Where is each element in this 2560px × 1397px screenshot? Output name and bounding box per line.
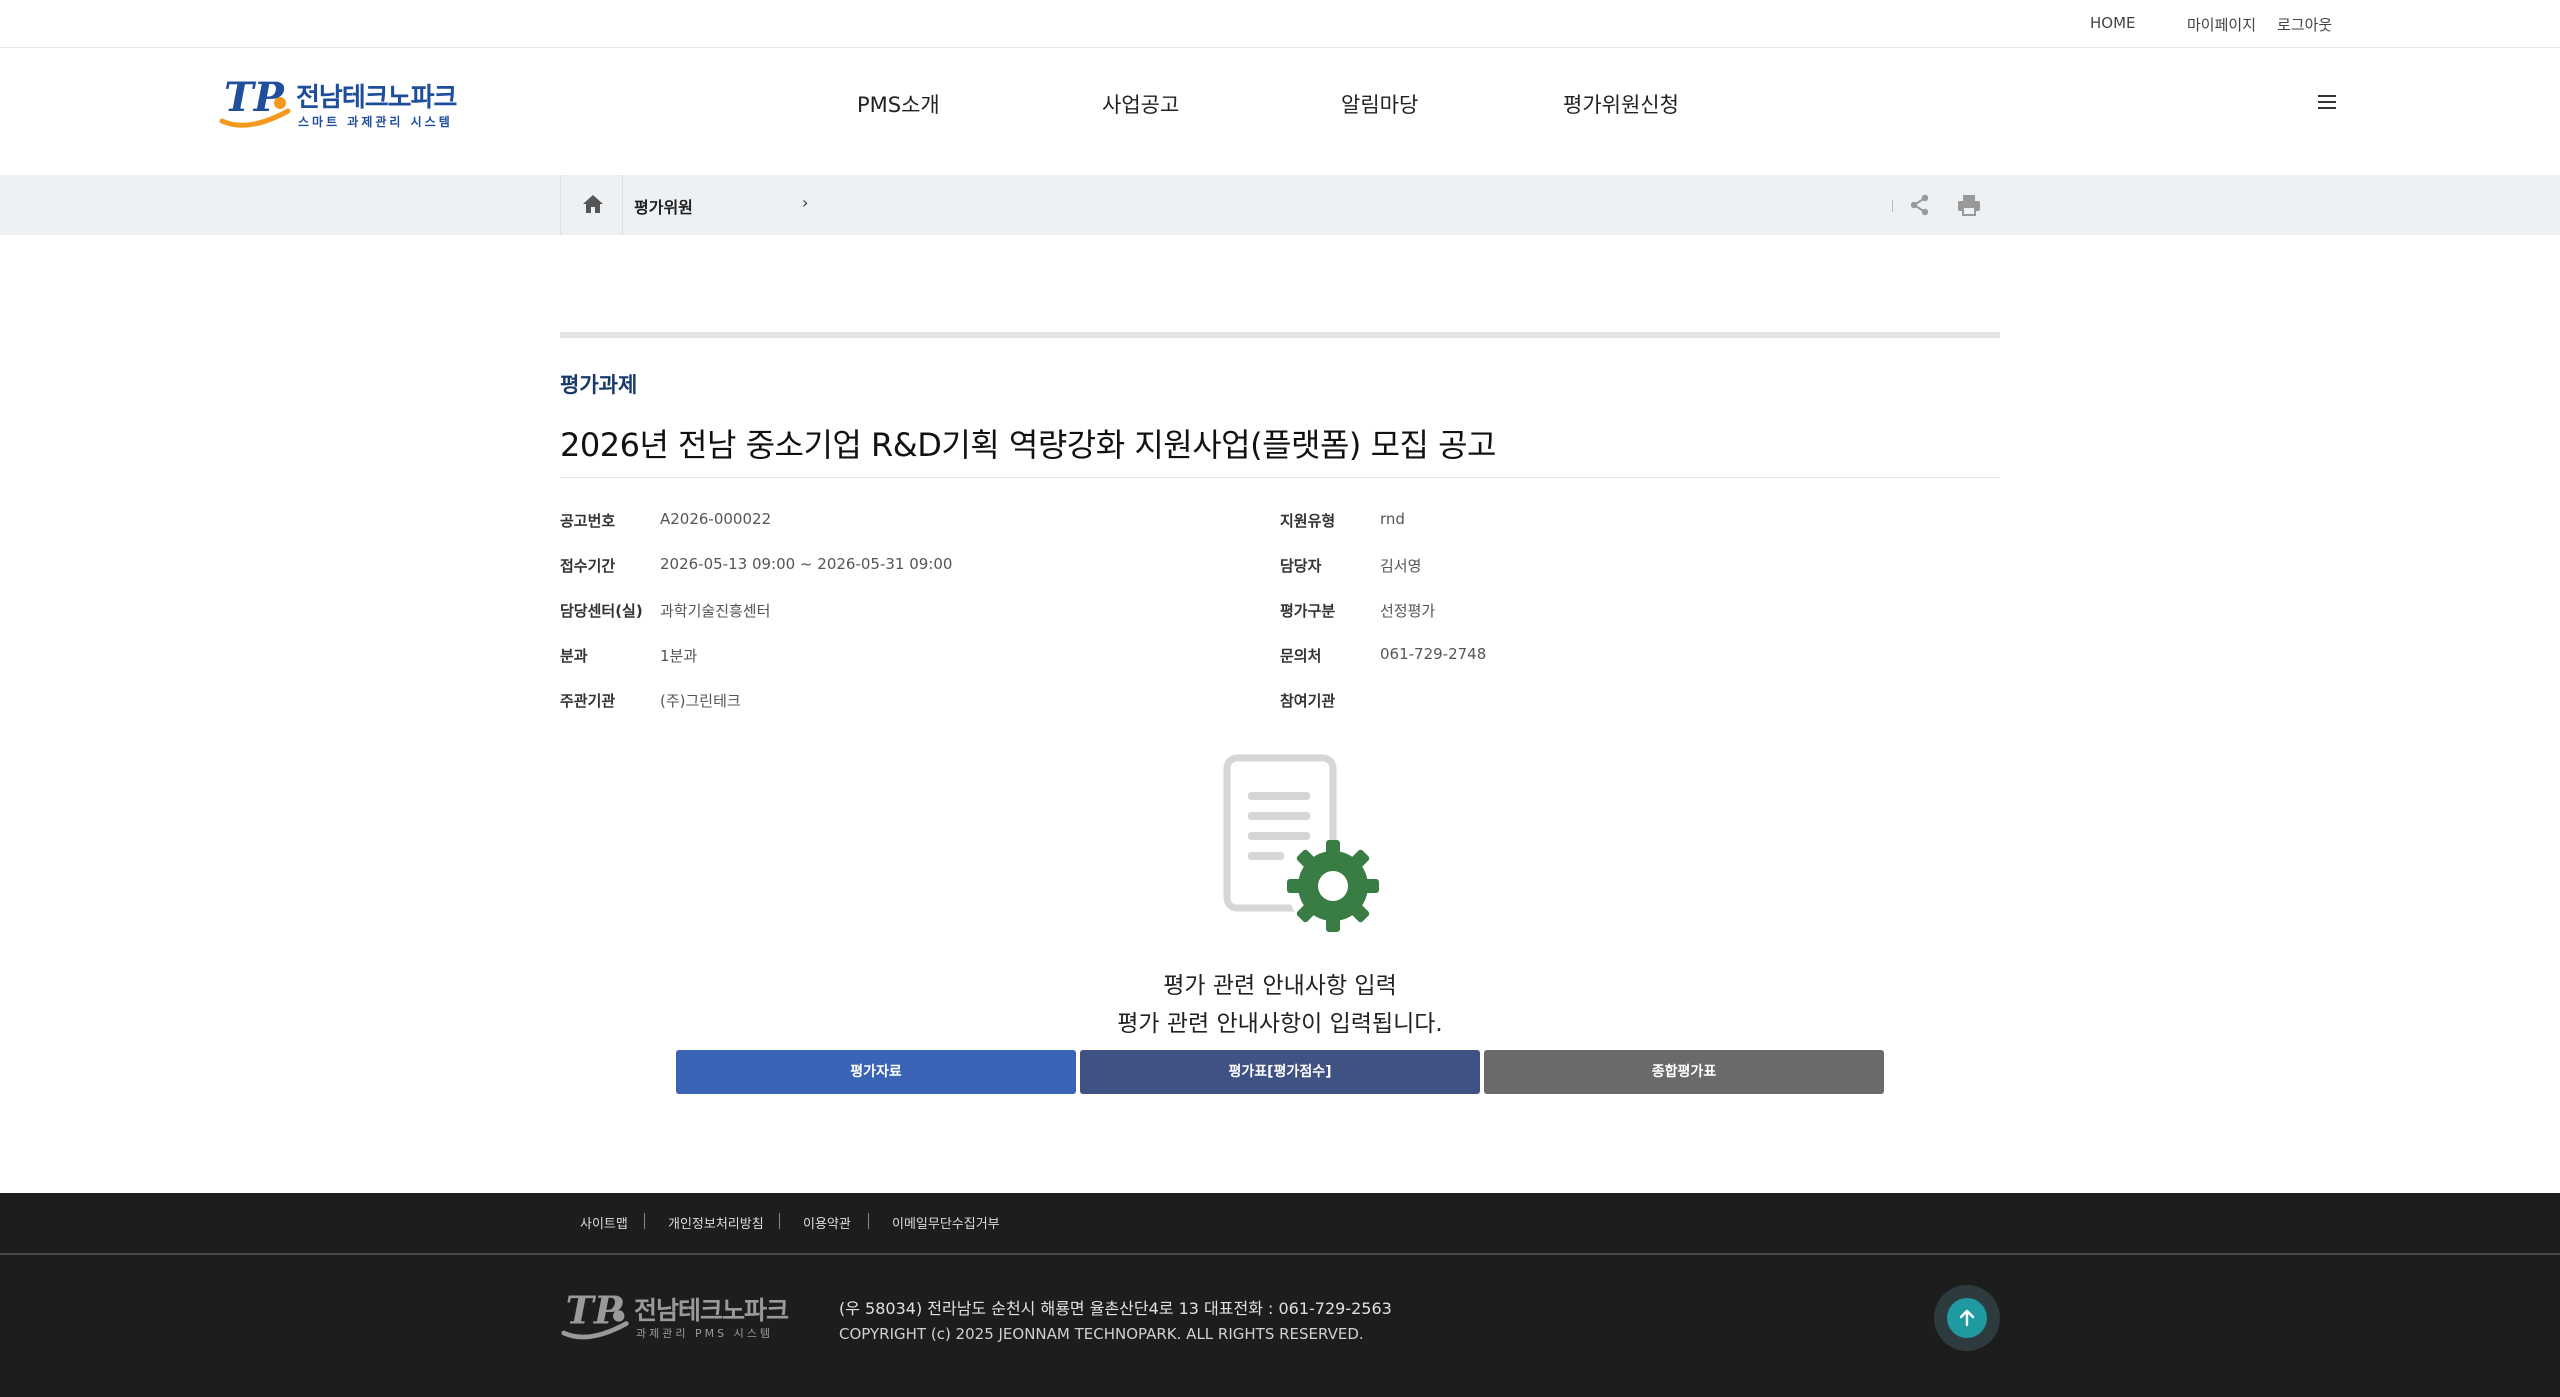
- footer-link-privacy[interactable]: 개인정보처리방침: [668, 1213, 764, 1232]
- divider: [779, 1213, 780, 1229]
- scroll-top-circle: [1947, 1298, 1987, 1338]
- guide-line-1: 평가 관련 안내사항 입력: [1163, 973, 1397, 999]
- info-value-contact: 061-729-2748: [1380, 645, 1487, 663]
- tp-logo-mark: TP: [561, 1288, 629, 1340]
- breadcrumb-dropdown-arrow[interactable]: ›: [802, 193, 808, 212]
- mypage-link[interactable]: 마이페이지: [2187, 14, 2256, 35]
- logo-subtitle: 스마트 과제관리 시스템: [298, 115, 453, 129]
- info-value-eval-type: 선정평가: [1380, 602, 1436, 620]
- footer-link-email-refusal[interactable]: 이메일무단수집거부: [892, 1213, 1000, 1232]
- eval-score-sheet-button[interactable]: 평가표[평가점수]: [1080, 1050, 1480, 1094]
- info-label-period: 접수기간: [560, 557, 616, 575]
- info-label-eval-type: 평가구분: [1280, 602, 1336, 620]
- utility-bar: HOME 마이페이지 로그아웃: [0, 0, 2560, 48]
- breadcrumb-current[interactable]: 평가위원: [634, 194, 693, 218]
- site-header: TP 전남테크노파크 스마트 과제관리 시스템 PMS소개 사업공고 알림마당 …: [0, 49, 2560, 175]
- divider: [644, 1213, 645, 1229]
- info-label-lead-org: 주관기관: [560, 692, 616, 710]
- footer-link-sitemap[interactable]: 사이트맵: [580, 1213, 628, 1232]
- home-icon: [583, 195, 603, 213]
- info-value-support-type: rnd: [1380, 510, 1405, 528]
- site-logo[interactable]: TP 전남테크노파크 스마트 과제관리 시스템: [218, 73, 457, 133]
- divider: [868, 1213, 869, 1229]
- gnb-evaluator-apply[interactable]: 평가위원신청: [1563, 89, 1679, 119]
- title-divider: [560, 477, 2000, 478]
- eval-materials-button[interactable]: 평가자료: [676, 1050, 1076, 1094]
- menu-icon[interactable]: [2316, 92, 2340, 112]
- info-label-contact: 문의처: [1280, 647, 1322, 665]
- print-icon[interactable]: [1956, 193, 1982, 217]
- page-title: 2026년 전남 중소기업 R&D기획 역량강화 지원사업(플랫폼) 모집 공고: [560, 426, 1497, 464]
- footer-link-terms[interactable]: 이용약관: [803, 1213, 851, 1232]
- section-title: 평가과제: [560, 373, 638, 397]
- breadcrumb-bar: 평가위원 ›: [0, 175, 2560, 235]
- info-label-center: 담당센터(실): [560, 602, 643, 620]
- footer-logo-subtitle: 과제관리 PMS 시스템: [636, 1327, 773, 1340]
- tp-logo-mark: TP: [219, 74, 291, 128]
- footer-links-bar: 사이트맵 개인정보처리방침 이용약관 이메일무단수집거부: [0, 1193, 2560, 1253]
- scroll-top-button[interactable]: [1934, 1285, 2000, 1351]
- info-value-period: 2026-05-13 09:00 ~ 2026-05-31 09:00: [660, 555, 953, 573]
- info-label-partner-org: 참여기관: [1280, 692, 1336, 710]
- gnb-notice-board[interactable]: 알림마당: [1341, 89, 1418, 119]
- guide-line-2: 평가 관련 안내사항이 입력됩니다.: [1117, 1011, 1443, 1037]
- footer-logo-name: 전남테크노파크: [634, 1296, 789, 1325]
- divider: [1892, 200, 1893, 212]
- info-value-division: 1분과: [660, 647, 698, 665]
- share-icon[interactable]: [1908, 193, 1932, 217]
- svg-text:TP: TP: [224, 74, 286, 121]
- info-value-lead-org: (주)그린테크: [660, 692, 741, 710]
- footer: TP 전남테크노파크 과제관리 PMS 시스템 (우 58034) 전라남도 순…: [0, 1255, 2560, 1397]
- info-value-center: 과학기술진흥센터: [660, 602, 771, 620]
- info-value-notice-no: A2026-000022: [660, 510, 772, 528]
- footer-address: (우 58034) 전라남도 순천시 해룡면 율촌산단4로 13 대표전화 : …: [839, 1299, 1392, 1318]
- document-gear-icon: [1223, 754, 1379, 932]
- arrow-up-icon: [1959, 1309, 1975, 1327]
- info-value-manager: 김서영: [1380, 557, 1422, 575]
- logo-name: 전남테크노파크: [296, 83, 457, 113]
- gnb-pms-intro[interactable]: PMS소개: [857, 89, 940, 119]
- info-label-support-type: 지원유형: [1280, 512, 1336, 530]
- info-label-notice-no: 공고번호: [560, 512, 616, 530]
- info-label-manager: 담당자: [1280, 557, 1322, 575]
- logout-link[interactable]: 로그아웃: [2277, 14, 2332, 35]
- footer-copyright: COPYRIGHT (c) 2025 JEONNAM TECHNOPARK. A…: [839, 1325, 1364, 1343]
- content-top-rule: [560, 332, 2000, 338]
- svg-text:TP: TP: [566, 1288, 624, 1333]
- breadcrumb-home[interactable]: [560, 175, 623, 235]
- info-label-division: 분과: [560, 647, 588, 665]
- gnb-business-notice[interactable]: 사업공고: [1102, 89, 1179, 119]
- footer-logo: TP 전남테크노파크 과제관리 PMS 시스템: [560, 1287, 790, 1343]
- overall-eval-sheet-button[interactable]: 종합평가표: [1484, 1050, 1884, 1094]
- home-link[interactable]: HOME: [2090, 14, 2136, 32]
